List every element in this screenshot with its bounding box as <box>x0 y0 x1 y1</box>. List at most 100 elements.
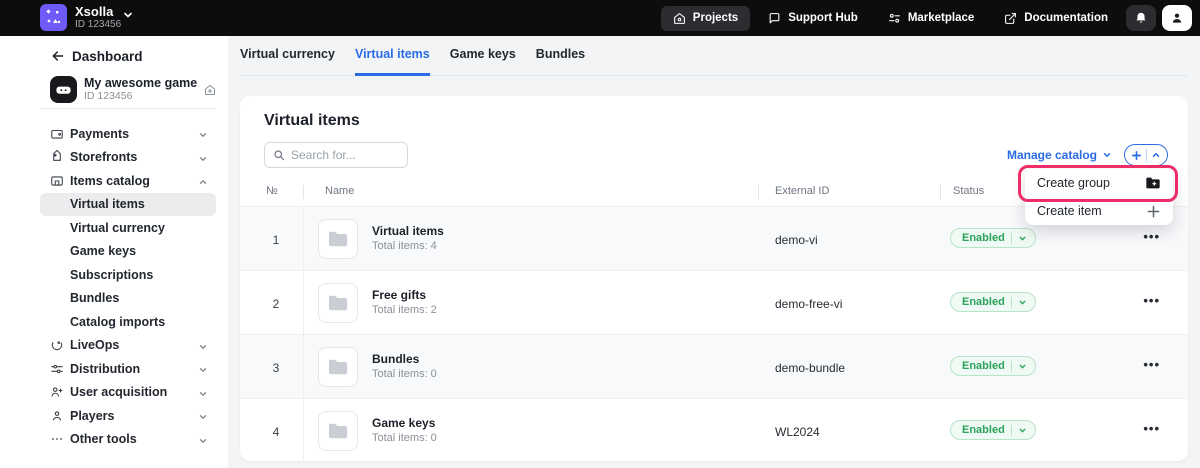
status-badge[interactable]: Enabled <box>950 292 1036 312</box>
sidebar-item-game-keys[interactable]: Game keys <box>0 240 228 264</box>
account-button[interactable] <box>1162 5 1192 31</box>
chevron-down-icon <box>198 342 208 352</box>
sidebar-item-distribution[interactable]: Distribution <box>0 357 228 381</box>
search-icon <box>273 149 285 161</box>
table-row[interactable]: 2 Free gifts Total items: 2 demo-free-vi… <box>240 270 1188 334</box>
number-column-divider <box>303 206 304 461</box>
manage-catalog-dropdown[interactable]: Manage catalog <box>1007 148 1112 162</box>
status-badge[interactable]: Enabled <box>950 356 1036 376</box>
chevron-down-icon <box>198 389 208 399</box>
sidebar-item-players[interactable]: Players <box>0 404 228 428</box>
table-body: 1 Virtual items Total items: 4 demo-vi E… <box>240 206 1188 461</box>
status-badge[interactable]: Enabled <box>950 420 1036 440</box>
chevron-up-icon <box>198 177 208 187</box>
table-row[interactable]: 4 Game keys Total items: 0 WL2024 Enable… <box>240 398 1188 461</box>
column-external-id: External ID <box>775 185 830 197</box>
group-name: Virtual items <box>372 224 444 238</box>
brand-chevron-down-icon[interactable] <box>122 9 134 21</box>
column-name: Name <box>325 185 355 197</box>
notifications-button[interactable] <box>1126 5 1156 31</box>
person-icon <box>50 409 64 423</box>
tab-virtual-currency[interactable]: Virtual currency <box>240 47 335 76</box>
column-divider <box>303 185 304 199</box>
catalog-icon <box>50 174 64 188</box>
project-switcher[interactable]: My awesome game ID 123456 <box>50 76 216 103</box>
liveops-icon <box>50 338 64 352</box>
folder-plus-icon <box>1145 176 1161 190</box>
plus-icon <box>1131 150 1142 161</box>
table-row[interactable]: 3 Bundles Total items: 0 demo-bundle Ena… <box>240 334 1188 398</box>
row-actions-button[interactable]: ••• <box>1143 421 1160 436</box>
row-actions-button[interactable]: ••• <box>1143 357 1160 372</box>
marketplace-label: Marketplace <box>907 12 975 24</box>
group-name: Bundles <box>372 352 420 366</box>
documentation-label: Documentation <box>1024 12 1108 24</box>
folder-icon <box>318 347 358 387</box>
group-name: Game keys <box>372 416 436 430</box>
sidebar-item-subscriptions[interactable]: Subscriptions <box>0 263 228 287</box>
external-id: demo-vi <box>775 233 818 247</box>
sidebar-divider <box>40 108 216 109</box>
row-actions-button[interactable]: ••• <box>1143 229 1160 244</box>
group-name: Free gifts <box>372 288 427 302</box>
page-title: Virtual items <box>264 112 360 129</box>
column-number: № <box>266 185 278 197</box>
chevron-down-icon <box>1018 362 1027 371</box>
chevron-down-icon <box>1102 150 1112 160</box>
arrow-left-icon <box>50 48 66 64</box>
sidebar-item-user-acquisition[interactable]: User acquisition <box>0 381 228 405</box>
card-icon <box>50 127 64 141</box>
folder-icon <box>318 411 358 451</box>
sidebar-item-liveops[interactable]: LiveOps <box>0 334 228 358</box>
sidebar-item-other-tools[interactable]: Other tools <box>0 428 228 452</box>
topbar: Xsolla ID 123456 Projects Support Hub Ma… <box>0 0 1200 36</box>
tab-virtual-items[interactable]: Virtual items <box>354 47 430 76</box>
column-divider <box>758 185 759 199</box>
chat-icon <box>768 12 781 25</box>
project-id: ID 123456 <box>84 90 133 102</box>
sidebar-item-bundles[interactable]: Bundles <box>0 287 228 311</box>
xsolla-logo-icon <box>40 4 67 31</box>
projects-button[interactable]: Projects <box>660 5 751 31</box>
group-subtitle: Total items: 0 <box>372 368 437 380</box>
external-link-icon <box>1004 12 1017 25</box>
support-hub-button[interactable]: Support Hub <box>756 6 870 31</box>
row-actions-button[interactable]: ••• <box>1143 293 1160 308</box>
external-id: WL2024 <box>775 425 820 439</box>
folder-icon <box>318 283 358 323</box>
sidebar-item-items-catalog[interactable]: Items catalog <box>0 169 228 193</box>
home-small-icon <box>204 84 216 96</box>
chevron-down-icon <box>198 365 208 375</box>
sidebar-item-catalog-imports[interactable]: Catalog imports <box>0 310 228 334</box>
sidebar-item-virtual-currency[interactable]: Virtual currency <box>0 216 228 240</box>
sidebar: Dashboard My awesome game ID 123456 Paym… <box>0 36 228 468</box>
create-split-button[interactable] <box>1124 144 1168 166</box>
brand-name: Xsolla <box>75 3 114 19</box>
menu-item-create-group[interactable]: Create group <box>1025 169 1173 197</box>
sidebar-item-storefronts[interactable]: Storefronts <box>0 146 228 170</box>
external-id: demo-free-vi <box>775 297 843 311</box>
status-badge[interactable]: Enabled <box>950 228 1036 248</box>
tab-game-keys[interactable]: Game keys <box>450 47 516 76</box>
sidebar-item-virtual-items[interactable]: Virtual items <box>40 192 216 216</box>
user-icon <box>1170 11 1184 25</box>
column-status: Status <box>953 185 985 197</box>
ellipsis-icon <box>50 432 64 446</box>
gamepad-icon <box>50 76 77 103</box>
tab-bundles[interactable]: Bundles <box>536 47 585 76</box>
search-box[interactable] <box>264 142 408 168</box>
external-id: demo-bundle <box>775 361 846 375</box>
create-dropdown-menu: Create group Create item <box>1025 169 1173 225</box>
folder-icon <box>318 219 358 259</box>
group-subtitle: Total items: 4 <box>372 240 437 252</box>
documentation-button[interactable]: Documentation <box>992 6 1120 31</box>
brand-switcher[interactable]: Xsolla ID 123456 <box>40 4 121 31</box>
back-to-dashboard[interactable]: Dashboard <box>50 48 143 64</box>
catalog-tabs: Virtual currency Virtual items Game keys… <box>240 47 585 76</box>
chevron-down-icon <box>1018 298 1027 307</box>
sidebar-item-payments[interactable]: Payments <box>0 122 228 146</box>
marketplace-button[interactable]: Marketplace <box>876 6 986 31</box>
menu-item-create-item[interactable]: Create item <box>1025 197 1173 225</box>
chevron-down-icon <box>198 154 208 164</box>
search-input[interactable] <box>291 148 399 162</box>
